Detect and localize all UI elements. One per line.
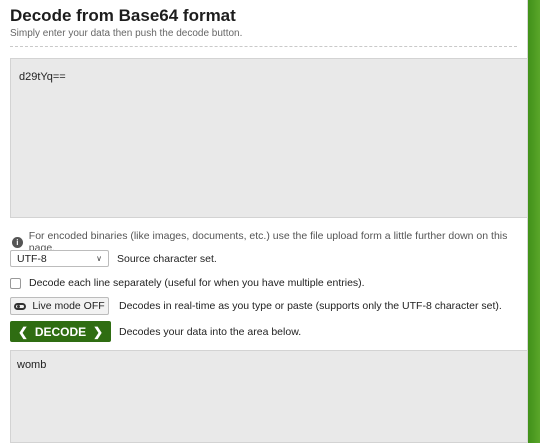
output-textarea[interactable]: womb	[10, 350, 527, 443]
decode-label: DECODE	[34, 324, 87, 339]
live-mode-row: Live mode OFF Decodes in real-time as yo…	[10, 297, 502, 315]
page-title: Decode from Base64 format	[10, 6, 236, 25]
charset-select[interactable]: UTF-8 ∨	[10, 250, 109, 267]
info-icon: i	[12, 236, 23, 248]
chevron-down-icon: ∨	[96, 254, 102, 263]
chevron-right-icon: ❯	[92, 324, 103, 339]
charset-row: UTF-8 ∨ Source character set.	[10, 250, 217, 267]
divider	[10, 46, 517, 47]
decode-button[interactable]: ❮ DECODE ❯	[10, 321, 111, 342]
live-mode-button[interactable]: Live mode OFF	[10, 297, 109, 315]
live-mode-description: Decodes in real-time as you type or past…	[119, 300, 502, 312]
decode-description: Decodes your data into the area below.	[119, 325, 302, 338]
input-textarea[interactable]: d29tYq==	[10, 58, 527, 218]
separate-lines-row: Decode each line separately (useful for …	[10, 277, 365, 289]
decode-row: ❮ DECODE ❯ Decodes your data into the ar…	[10, 321, 301, 342]
separate-lines-checkbox[interactable]	[10, 277, 21, 289]
page-subtitle: Simply enter your data then push the dec…	[10, 28, 243, 39]
charset-label: Source character set.	[117, 252, 217, 265]
page-background-stripe	[527, 0, 540, 443]
chevron-left-icon: ❮	[18, 324, 29, 339]
charset-selected: UTF-8	[17, 252, 47, 265]
output-text: womb	[17, 359, 47, 371]
decode-panel: Decode from Base64 format Simply enter y…	[0, 0, 528, 443]
toggle-icon	[14, 302, 27, 310]
live-mode-label: Live mode OFF	[32, 300, 105, 312]
input-text: d29tYq==	[19, 71, 66, 83]
separate-lines-label: Decode each line separately (useful for …	[29, 277, 365, 289]
